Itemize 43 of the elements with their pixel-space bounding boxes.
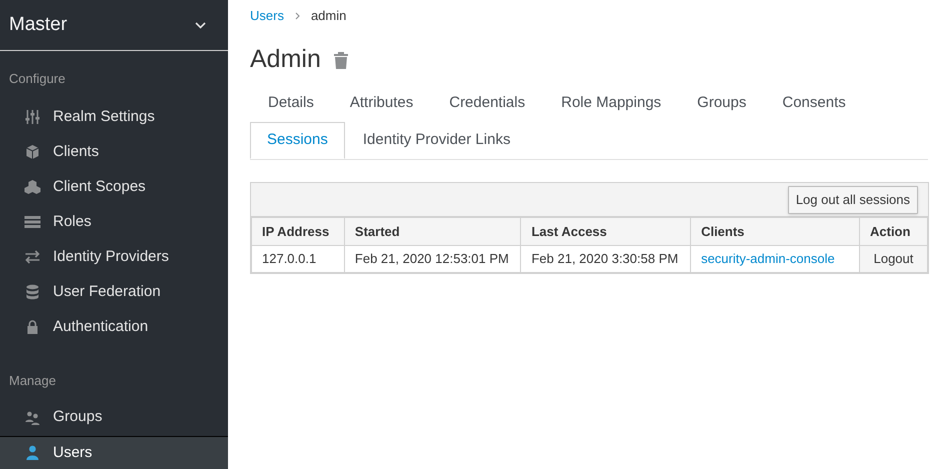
column-header: Clients	[690, 218, 860, 246]
tab[interactable]: Consents	[764, 85, 864, 122]
nav-item[interactable]: Users	[0, 436, 228, 469]
column-header: Started	[344, 218, 521, 246]
nav-item[interactable]: Groups	[0, 400, 228, 435]
chevron-down-icon	[195, 22, 206, 28]
tab[interactable]: Attributes	[332, 85, 432, 122]
table-cell: 127.0.0.1	[252, 246, 344, 272]
breadcrumb-link[interactable]: Users	[250, 6, 284, 26]
column-header: Last Access	[520, 218, 691, 246]
log-out-all-sessions-button[interactable]: Log out all sessions	[788, 186, 918, 214]
exchange-icon	[24, 249, 41, 265]
nav-item[interactable]: Roles	[0, 204, 228, 240]
nav-item[interactable]: Authentication	[0, 310, 228, 344]
tab[interactable]: Groups	[679, 85, 764, 122]
page-title: Admin	[250, 44, 321, 76]
cubes-icon	[24, 179, 41, 195]
sliders-icon	[24, 109, 41, 125]
column-header: IP Address	[252, 218, 344, 246]
nav-section-heading: Manage	[8, 372, 57, 390]
table-cell: Feb 21, 2020 12:53:01 PM	[344, 246, 521, 272]
cube-icon	[24, 144, 41, 160]
server-icon	[24, 214, 41, 230]
tab[interactable]: Identity Provider Links	[344, 122, 528, 159]
user-icon	[24, 445, 41, 461]
nav-item[interactable]: Clients	[0, 134, 228, 170]
database-icon	[24, 284, 41, 300]
realm-selector[interactable]: Master	[0, 0, 228, 51]
tab[interactable]: Sessions	[250, 122, 345, 159]
nav-item[interactable]: Client Scopes	[0, 170, 228, 204]
nav-item[interactable]: User Federation	[0, 274, 228, 310]
tab[interactable]: Details	[250, 85, 332, 122]
breadcrumb-current: admin	[310, 6, 346, 25]
nav-item[interactable]: Realm Settings	[0, 100, 228, 134]
realm-name: Master	[9, 12, 68, 37]
trash-icon[interactable]	[332, 50, 349, 70]
nav-section-heading: Configure	[8, 70, 66, 88]
chevron-right-icon	[294, 12, 300, 20]
tab[interactable]: Role Mappings	[543, 85, 680, 122]
nav-item[interactable]: Identity Providers	[0, 240, 228, 274]
table-cell: Feb 21, 2020 3:30:58 PM	[520, 246, 691, 272]
tab[interactable]: Credentials	[431, 85, 544, 122]
users-icon	[24, 410, 41, 426]
